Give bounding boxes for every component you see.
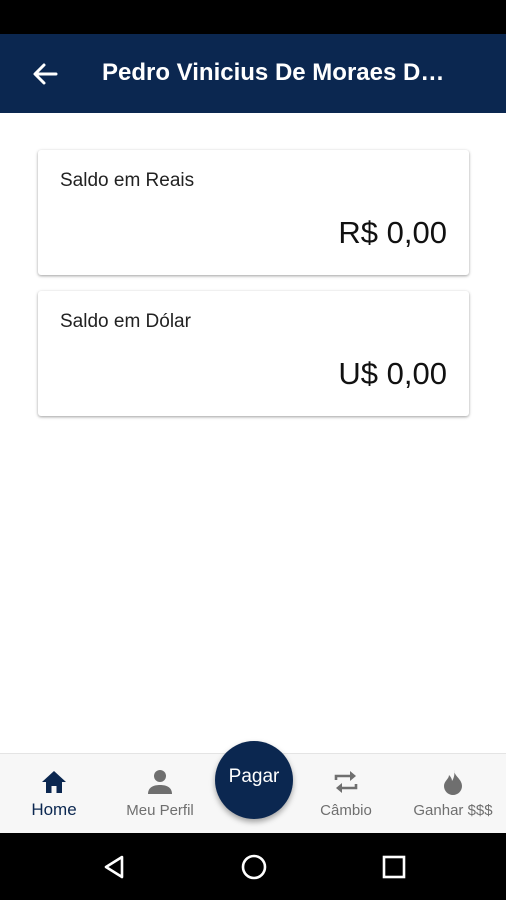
card-value: R$ 0,00 (338, 215, 447, 250)
circle-home-icon (241, 854, 267, 880)
triangle-back-icon (104, 855, 124, 879)
system-back-button[interactable] (98, 851, 130, 883)
nav-item-cambio[interactable]: Câmbio (306, 754, 386, 834)
nav-label-cambio: Câmbio (320, 802, 372, 819)
pay-button-label: Pagar (228, 766, 280, 787)
back-button[interactable] (30, 60, 60, 88)
nav-item-home[interactable]: Home (14, 754, 94, 834)
nav-label-profile: Meu Perfil (126, 802, 194, 819)
person-icon (148, 770, 172, 794)
arrow-left-icon (33, 63, 58, 85)
nav-label-home: Home (31, 800, 77, 819)
system-navigation-bar (0, 833, 506, 900)
card-value: U$ 0,00 (338, 356, 447, 391)
home-icon (42, 771, 66, 793)
card-label: Saldo em Reais (60, 170, 195, 191)
nav-item-ganhar[interactable]: Ganhar $$$ (404, 754, 502, 834)
system-home-button[interactable] (238, 851, 270, 883)
flame-icon (444, 770, 462, 795)
page-title: Pedro Vinicius De Moraes D… (102, 59, 445, 86)
status-bar (0, 0, 506, 34)
card-label: Saldo em Dólar (60, 311, 191, 332)
system-recents-button[interactable] (378, 851, 410, 883)
balance-card-dolar: Saldo em Dólar U$ 0,00 (38, 291, 469, 416)
pay-button[interactable]: Pagar (215, 741, 293, 819)
square-recents-icon (382, 855, 406, 879)
main-content: Saldo em Reais R$ 0,00 Saldo em Dólar U$… (0, 113, 506, 753)
app-bar: Pedro Vinicius De Moraes D… (0, 34, 506, 113)
nav-item-profile[interactable]: Meu Perfil (115, 754, 205, 834)
balance-card-reais: Saldo em Reais R$ 0,00 (38, 150, 469, 275)
swap-icon (334, 771, 358, 793)
nav-label-ganhar: Ganhar $$$ (413, 802, 493, 819)
